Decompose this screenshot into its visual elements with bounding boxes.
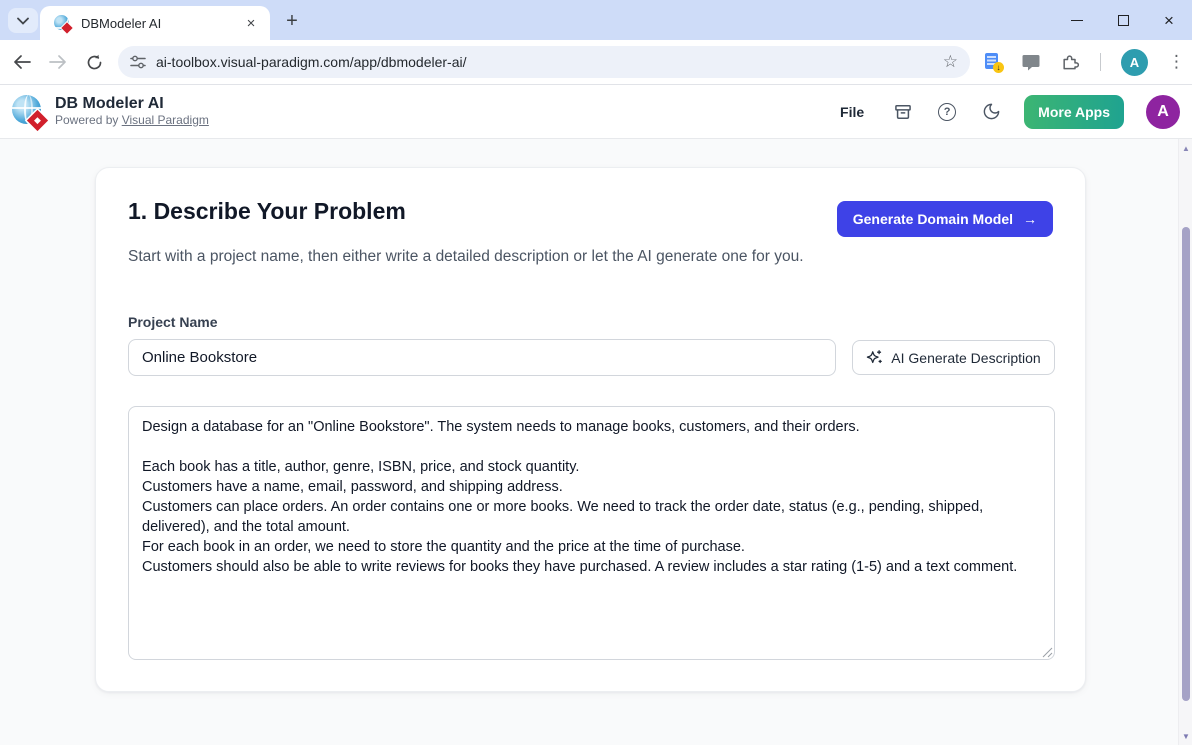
arrow-right-icon: →: [1023, 211, 1037, 227]
minimize-icon: [1071, 20, 1083, 21]
comment-icon[interactable]: [1022, 54, 1040, 71]
close-button[interactable]: ×: [1146, 0, 1192, 40]
extensions-puzzle-icon[interactable]: [1060, 52, 1080, 72]
tab-title: DBModeler AI: [81, 16, 242, 31]
page-scrollbar[interactable]: ▲ ▼: [1178, 139, 1192, 745]
bookmark-star-icon[interactable]: ☆: [943, 52, 958, 72]
app-user-avatar[interactable]: A: [1146, 95, 1180, 129]
help-icon[interactable]: ?: [936, 101, 958, 123]
more-apps-button[interactable]: More Apps: [1024, 95, 1124, 129]
forward-button[interactable]: [44, 48, 72, 76]
minimize-button[interactable]: [1054, 0, 1100, 40]
browser-profile-avatar[interactable]: A: [1121, 49, 1148, 76]
address-bar[interactable]: ai-toolbox.visual-paradigm.com/app/dbmod…: [118, 46, 970, 78]
visual-paradigm-logo-icon: ◆: [12, 95, 45, 128]
back-button[interactable]: [8, 48, 36, 76]
project-name-input[interactable]: [128, 339, 836, 376]
sparkles-icon: [866, 349, 883, 366]
scroll-down-icon[interactable]: ▼: [1179, 729, 1192, 743]
dark-mode-moon-icon[interactable]: [980, 101, 1002, 123]
section-description: Start with a project name, then either w…: [128, 245, 808, 269]
site-settings-icon[interactable]: [130, 55, 146, 69]
app-title: DB Modeler AI: [55, 95, 209, 113]
ai-generate-description-label: AI Generate Description: [891, 350, 1040, 366]
file-menu[interactable]: File: [834, 100, 870, 124]
close-icon: ×: [1164, 12, 1174, 29]
app-header: ◆ DB Modeler AI Powered by Visual Paradi…: [0, 85, 1192, 139]
favicon-icon: [54, 15, 71, 32]
project-name-row: AI Generate Description: [128, 339, 1055, 376]
forward-arrow-icon: [49, 55, 67, 69]
generate-domain-model-label: Generate Domain Model: [853, 211, 1013, 227]
page-content: 1. Describe Your Problem Start with a pr…: [0, 139, 1192, 745]
chevron-down-icon: [17, 17, 29, 25]
tab-close-icon[interactable]: ×: [242, 14, 260, 32]
scrollbar-thumb[interactable]: [1182, 227, 1190, 701]
back-arrow-icon: [13, 55, 31, 69]
describe-problem-card: 1. Describe Your Problem Start with a pr…: [95, 167, 1086, 692]
maximize-icon: [1118, 15, 1129, 26]
toolbar-separator: [1100, 53, 1101, 71]
window-controls: ×: [1054, 0, 1192, 40]
app-subtitle: Powered by Visual Paradigm: [55, 113, 209, 128]
visual-paradigm-link[interactable]: Visual Paradigm: [122, 113, 209, 127]
toolbar-actions: ↓ A ⋮: [984, 49, 1185, 76]
app-titles: DB Modeler AI Powered by Visual Paradigm: [55, 95, 209, 128]
generate-domain-model-button[interactable]: Generate Domain Model →: [837, 201, 1053, 237]
tab-search-button[interactable]: [8, 8, 38, 33]
new-tab-button[interactable]: +: [280, 9, 304, 33]
reload-icon: [86, 54, 103, 71]
browser-menu-icon[interactable]: ⋮: [1168, 52, 1185, 72]
reload-button[interactable]: [80, 48, 108, 76]
header-actions: File ? More Apps A: [834, 95, 1180, 129]
reading-list-icon[interactable]: ↓: [984, 52, 1002, 72]
section-heading: 1. Describe Your Problem: [128, 198, 406, 225]
project-name-label: Project Name: [128, 314, 217, 330]
problem-description-textarea[interactable]: Design a database for an "Online Booksto…: [128, 406, 1055, 660]
maximize-button[interactable]: [1100, 0, 1146, 40]
problem-description-wrap: Design a database for an "Online Booksto…: [128, 406, 1055, 660]
scroll-up-icon[interactable]: ▲: [1179, 141, 1192, 155]
archive-icon[interactable]: [892, 101, 914, 123]
browser-tab[interactable]: DBModeler AI ×: [40, 6, 270, 40]
browser-toolbar: ai-toolbox.visual-paradigm.com/app/dbmod…: [0, 40, 1192, 85]
ai-generate-description-button[interactable]: AI Generate Description: [852, 340, 1055, 375]
browser-titlebar: DBModeler AI × + ×: [0, 0, 1192, 40]
url-text[interactable]: ai-toolbox.visual-paradigm.com/app/dbmod…: [156, 54, 935, 70]
